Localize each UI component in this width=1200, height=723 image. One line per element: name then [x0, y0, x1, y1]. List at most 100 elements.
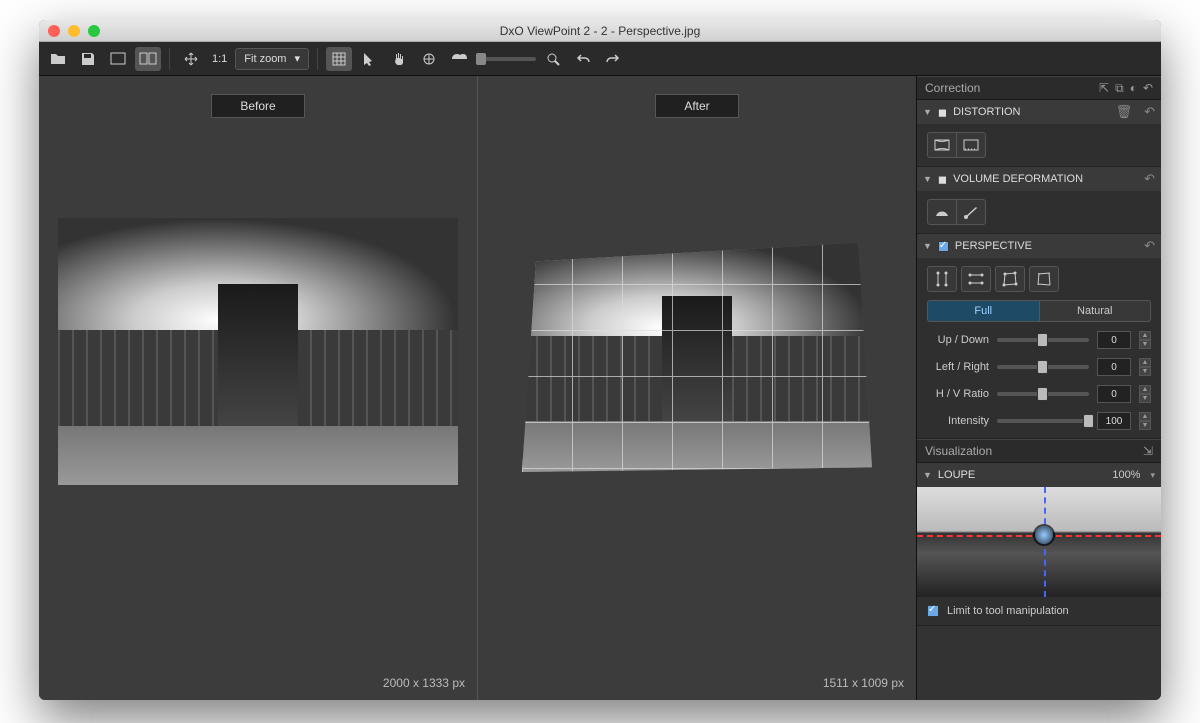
- titlebar: DxO ViewPoint 2 - 2 - Perspective.jpg: [39, 20, 1161, 42]
- perspective-section: ▼ PERSPECTIVE ↶: [917, 234, 1161, 439]
- chevron-down-icon[interactable]: ▾: [1150, 470, 1155, 481]
- slider-intensity: Intensity100▲▼: [927, 412, 1151, 430]
- slider-track[interactable]: [997, 392, 1089, 396]
- reset-icon[interactable]: ↶: [1144, 171, 1155, 187]
- mask-opacity-slider[interactable]: [476, 57, 536, 61]
- copy-icon[interactable]: ⧉: [1115, 81, 1124, 96]
- separator: [169, 48, 170, 70]
- section-title: DISTORTION: [953, 106, 1020, 118]
- reset-all-icon[interactable]: ↶: [1143, 81, 1153, 96]
- zoom-dropdown[interactable]: Fit zoom ▾: [235, 48, 309, 70]
- after-image[interactable]: [522, 238, 872, 472]
- slider-stepper[interactable]: ▲▼: [1139, 385, 1151, 403]
- window-title: DxO ViewPoint 2 - 2 - Perspective.jpg: [39, 24, 1161, 38]
- open-file-button[interactable]: [45, 47, 71, 71]
- undo-button[interactable]: [570, 47, 596, 71]
- reset-icon[interactable]: ↶: [1144, 104, 1155, 120]
- export-icon[interactable]: ⇱: [1099, 81, 1109, 96]
- close-window-button[interactable]: [48, 25, 60, 37]
- volume-diagonal-button[interactable]: [956, 199, 986, 225]
- limit-checkbox[interactable]: [927, 605, 939, 617]
- perspective-header[interactable]: ▼ PERSPECTIVE ↶: [917, 234, 1161, 258]
- section-title: LOUPE: [938, 469, 975, 481]
- slider-h-v-ratio: H / V Ratio 0 ▲▼: [927, 385, 1151, 403]
- single-view-button[interactable]: [105, 47, 131, 71]
- enable-checkbox[interactable]: [938, 241, 949, 252]
- enable-checkbox[interactable]: ◼: [938, 173, 947, 186]
- slider-track[interactable]: [997, 338, 1089, 342]
- collapse-icon: ▼: [923, 174, 932, 184]
- pointer-tool-button[interactable]: [356, 47, 382, 71]
- force-rectangle-button[interactable]: [995, 266, 1025, 292]
- loupe-zoom-value[interactable]: 100%: [1112, 469, 1140, 481]
- sidebar: Correction ⇱ ⧉ ◐ ↶ ▼ ◼ DISTORTION 🗑 ↶: [916, 76, 1161, 700]
- limit-label: Limit to tool manipulation: [947, 605, 1069, 617]
- slider-thumb[interactable]: [476, 53, 486, 65]
- pin-icon[interactable]: ⇲: [1143, 444, 1153, 458]
- force-horizontal-button[interactable]: [961, 266, 991, 292]
- hand-tool-button[interactable]: [386, 47, 412, 71]
- slider-label: H / V Ratio: [927, 388, 989, 400]
- before-dimensions: 2000 x 1333 px: [383, 676, 465, 690]
- slider-label: Left / Right: [927, 361, 989, 373]
- enable-checkbox[interactable]: ◼: [938, 106, 947, 119]
- zoom-tool-button[interactable]: [540, 47, 566, 71]
- slider-value[interactable]: 100: [1097, 412, 1131, 430]
- app-window: DxO ViewPoint 2 - 2 - Perspective.jpg 1:…: [39, 20, 1161, 700]
- move-tool-button[interactable]: [178, 47, 204, 71]
- save-button[interactable]: [75, 47, 101, 71]
- distortion-section: ▼ ◼ DISTORTION 🗑 ↶: [917, 100, 1161, 167]
- compare-view-button[interactable]: [135, 47, 161, 71]
- distortion-auto-button[interactable]: [927, 132, 957, 158]
- collapse-icon: ▼: [923, 470, 932, 480]
- slider-value[interactable]: 0: [1097, 385, 1131, 403]
- force-vertical-button[interactable]: [927, 266, 957, 292]
- perspective-mode-full[interactable]: Full: [927, 300, 1040, 322]
- before-image[interactable]: [58, 218, 458, 485]
- slider-label: Up / Down: [927, 334, 989, 346]
- distortion-manual-button[interactable]: [956, 132, 986, 158]
- collapse-icon: ▼: [923, 107, 932, 117]
- loupe-center-handle[interactable]: [1035, 526, 1053, 544]
- minimize-window-button[interactable]: [68, 25, 80, 37]
- reference-line-button[interactable]: [416, 47, 442, 71]
- loupe-header[interactable]: ▼ LOUPE 100% ▾: [917, 463, 1161, 487]
- redo-button[interactable]: [600, 47, 626, 71]
- zoom-window-button[interactable]: [88, 25, 100, 37]
- separator: [317, 48, 318, 70]
- volume-horizontal-button[interactable]: [927, 199, 957, 225]
- perspective-mode-natural[interactable]: Natural: [1040, 300, 1152, 322]
- volume-header[interactable]: ▼ ◼ VOLUME DEFORMATION ↶: [917, 167, 1161, 191]
- main-toolbar: 1:1 Fit zoom ▾: [39, 42, 1161, 76]
- slider-thumb[interactable]: [1037, 387, 1048, 401]
- ratio-label[interactable]: 1:1: [208, 53, 231, 65]
- slider-stepper[interactable]: ▲▼: [1139, 331, 1151, 349]
- image-viewer: Before 2000 x 1333 px After 1511 x 1009 …: [39, 76, 916, 700]
- after-label: After: [655, 94, 738, 118]
- after-dimensions: 1511 x 1009 px: [823, 676, 904, 690]
- slider-thumb[interactable]: [1083, 414, 1094, 428]
- visualization-panel-header: Visualization ⇲: [917, 439, 1161, 463]
- distortion-header[interactable]: ▼ ◼ DISTORTION 🗑 ↶: [917, 100, 1161, 124]
- chevron-down-icon: ▾: [294, 52, 300, 65]
- correction-panel-header: Correction ⇱ ⧉ ◐ ↶: [917, 76, 1161, 100]
- slider-track[interactable]: [997, 419, 1089, 423]
- app-body: Before 2000 x 1333 px After 1511 x 1009 …: [39, 76, 1161, 700]
- slider-stepper[interactable]: ▲▼: [1139, 412, 1151, 430]
- globe-icon[interactable]: ◐: [1130, 81, 1137, 96]
- eight-point-button[interactable]: [1029, 266, 1059, 292]
- collapse-icon: ▼: [923, 241, 932, 251]
- delete-icon[interactable]: 🗑: [1116, 104, 1133, 120]
- before-pane: Before 2000 x 1333 px: [39, 76, 477, 700]
- loupe-preview[interactable]: [917, 487, 1161, 597]
- slider-stepper[interactable]: ▲▼: [1139, 358, 1151, 376]
- slider-thumb[interactable]: [1037, 360, 1048, 374]
- slider-thumb[interactable]: [1037, 333, 1048, 347]
- slider-value[interactable]: 0: [1097, 358, 1131, 376]
- slider-track[interactable]: [997, 365, 1089, 369]
- grid-toggle-button[interactable]: [326, 47, 352, 71]
- slider-value[interactable]: 0: [1097, 331, 1131, 349]
- reset-icon[interactable]: ↶: [1144, 238, 1155, 254]
- before-label: Before: [211, 94, 304, 118]
- mask-tool-button[interactable]: [446, 47, 472, 71]
